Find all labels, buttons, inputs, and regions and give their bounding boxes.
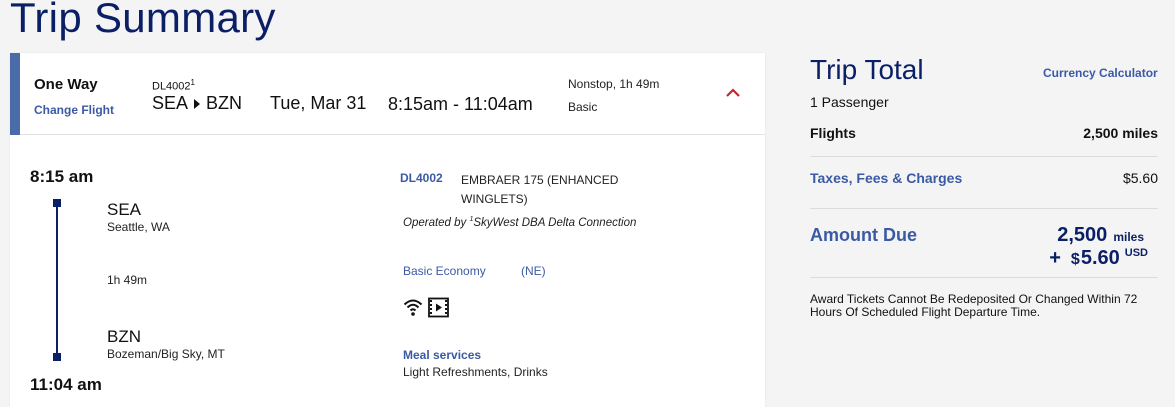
amount-due-miles: 2,500 miles: [1057, 224, 1144, 247]
meal-services-link[interactable]: Meal services: [403, 348, 481, 362]
page-title: Trip Summary: [10, 0, 276, 41]
chevron-up-icon[interactable]: [725, 85, 741, 101]
header-flight-number: DL40021: [152, 78, 195, 93]
arrow-right-icon: [194, 98, 201, 109]
origin-code: SEA: [107, 200, 142, 219]
amount-due-label: Amount Due: [810, 225, 917, 245]
accent-bar: [10, 53, 20, 135]
trip-total-title: Trip Total: [810, 54, 924, 85]
flight-time-range: 8:15am - 11:04am: [388, 94, 533, 114]
flight-duration: 1h 49m: [107, 273, 148, 287]
operated-by: Operated by 1SkyWest DBA Delta Connectio…: [403, 216, 636, 229]
route-destination: BZN: [206, 93, 243, 113]
fare-class: Basic: [568, 100, 598, 114]
timeline-line: [56, 201, 58, 356]
origin-city: Seattle, WA: [107, 220, 170, 234]
segment-flight-number-link[interactable]: DL4002: [400, 171, 443, 185]
divider: [810, 277, 1158, 278]
arrival-time: 11:04 am: [30, 375, 102, 394]
currency-symbol: $: [1070, 251, 1080, 268]
operator-name: SkyWest DBA Delta Connection: [473, 216, 637, 229]
destination-city: Bozeman/Big Sky, MT: [107, 347, 225, 361]
award-ticket-notice: Award Tickets Cannot Be Redeposited Or C…: [810, 292, 1138, 319]
passenger-count: 1 Passenger: [810, 94, 889, 110]
flight-number-footnote: 1: [190, 78, 195, 87]
flight-card: One Way Change Flight DL40021 SEA BZN Tu…: [10, 53, 765, 407]
departure-time: 8:15 am: [30, 167, 94, 186]
flight-card-header[interactable]: One Way Change Flight DL40021 SEA BZN Tu…: [10, 53, 765, 135]
due-miles-value: 2,500: [1057, 224, 1108, 246]
cabin-code: (NE): [521, 264, 546, 278]
stops-duration: Nonstop, 1h 49m: [568, 77, 660, 91]
cabin-class-link[interactable]: Basic Economy: [403, 264, 486, 278]
amount-due-cash: + $ 5.60 USD: [1049, 247, 1148, 270]
meal-services-value: Light Refreshments, Drinks: [403, 365, 548, 379]
operated-prefix: Operated by: [403, 216, 470, 229]
timeline-start-marker: [53, 199, 61, 207]
aircraft-type: EMBRAER 175 (ENHANCED WINGLETS): [461, 173, 619, 206]
wifi-icon: [403, 299, 423, 316]
route: SEA BZN: [152, 93, 242, 114]
video-icon: [428, 297, 449, 318]
plus-sign: +: [1049, 247, 1061, 269]
trip-type-label: One Way: [34, 76, 98, 93]
due-miles-unit: miles: [1113, 230, 1144, 244]
flights-label: Flights: [810, 125, 856, 141]
flight-number-text: DL4002: [152, 80, 191, 93]
taxes-fees-link[interactable]: Taxes, Fees & Charges: [810, 170, 962, 186]
route-origin: SEA: [152, 93, 189, 113]
currency-calculator-link[interactable]: Currency Calculator: [1043, 66, 1158, 80]
flight-date: Tue, Mar 31: [270, 93, 367, 113]
due-cash-unit: USD: [1124, 247, 1148, 259]
flights-value: 2,500 miles: [1083, 125, 1158, 141]
due-cash-value: 5.60: [1080, 247, 1120, 269]
divider: [810, 208, 1158, 209]
divider: [810, 156, 1158, 157]
taxes-fees-value: $5.60: [1122, 170, 1158, 186]
change-flight-link[interactable]: Change Flight: [34, 103, 114, 117]
timeline-end-marker: [53, 353, 61, 361]
destination-code: BZN: [107, 327, 141, 346]
